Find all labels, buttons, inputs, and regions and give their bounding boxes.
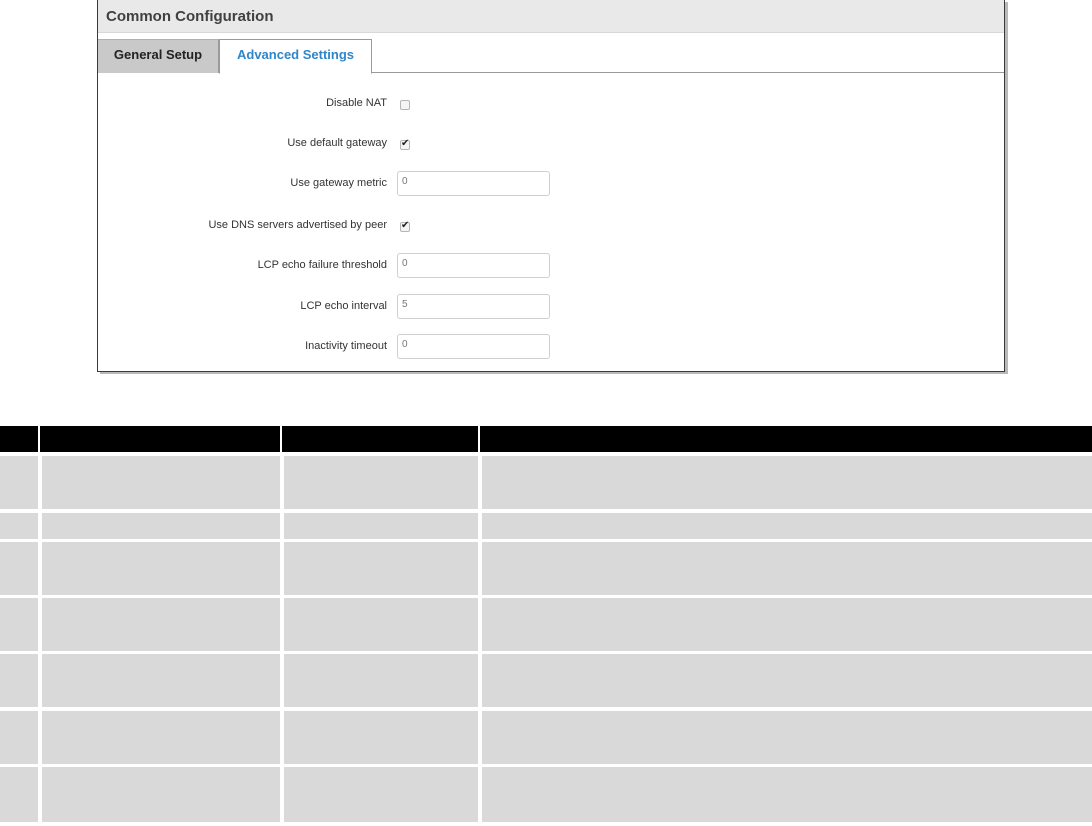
common-configuration-panel: Common Configuration General Setup Advan…	[97, 0, 1005, 372]
panel-title: Common Configuration	[98, 0, 1004, 33]
table-cell	[482, 767, 1092, 822]
table-cell	[482, 598, 1092, 651]
table-cell	[42, 513, 280, 539]
lcp-echo-interval-label: LCP echo interval	[300, 300, 387, 312]
table-cell	[284, 711, 478, 764]
table-cell	[482, 711, 1092, 764]
table-cell	[284, 598, 478, 651]
inactivity-timeout-input[interactable]: 0	[397, 334, 550, 359]
tab-general-setup[interactable]: General Setup	[98, 39, 219, 73]
table-cell	[0, 711, 38, 764]
use-default-gateway-checkbox[interactable]: ✔	[400, 138, 410, 150]
tab-advanced-settings[interactable]: Advanced Settings	[219, 39, 372, 74]
use-gateway-metric-row: Use gateway metric 0	[98, 171, 1004, 197]
table-cell	[0, 767, 38, 822]
table-cell	[42, 598, 280, 651]
table-cell	[0, 654, 38, 707]
table-cell	[284, 542, 478, 595]
table-cell	[0, 542, 38, 595]
tab-bar: General Setup Advanced Settings	[98, 33, 1004, 74]
table-cell	[0, 456, 38, 509]
gateway-metric-input[interactable]: 0	[397, 171, 550, 196]
parameters-table	[0, 426, 1092, 822]
lcp-echo-failure-threshold-label: LCP echo failure threshold	[257, 259, 387, 271]
table-row	[0, 711, 1092, 764]
use-dns-servers-checkbox[interactable]: ✔	[400, 220, 410, 232]
table-cell	[284, 767, 478, 822]
table-cell	[42, 456, 280, 509]
inactivity-timeout-row: Inactivity timeout 0	[98, 334, 1004, 360]
table-cell	[0, 513, 38, 539]
table-cell	[284, 513, 478, 539]
checkmark-icon: ✔	[401, 220, 410, 231]
table-cell	[42, 711, 280, 764]
table-row	[0, 654, 1092, 707]
table-row	[0, 598, 1092, 651]
disable-nat-row: Disable NAT	[98, 92, 1004, 118]
table-header-cell	[0, 426, 40, 452]
table-cell	[42, 767, 280, 822]
checkmark-icon: ✔	[401, 138, 410, 149]
lcp-echo-failure-threshold-input[interactable]: 0	[397, 253, 550, 278]
disable-nat-label: Disable NAT	[326, 97, 387, 109]
table-row	[0, 542, 1092, 595]
table-cell	[284, 654, 478, 707]
use-dns-servers-row: Use DNS servers advertised by peer ✔	[98, 214, 1004, 240]
table-row	[0, 767, 1092, 822]
lcp-echo-failure-threshold-row: LCP echo failure threshold 0	[98, 253, 1004, 279]
disable-nat-checkbox[interactable]	[400, 100, 410, 110]
table-cell	[284, 456, 478, 509]
table-cell	[42, 654, 280, 707]
lcp-echo-interval-row: LCP echo interval 5	[98, 294, 1004, 320]
table-cell	[482, 513, 1092, 539]
use-default-gateway-row: Use default gateway ✔	[98, 132, 1004, 158]
use-dns-servers-label: Use DNS servers advertised by peer	[208, 219, 387, 231]
table-cell	[482, 542, 1092, 595]
table-cell	[0, 598, 38, 651]
table-row	[0, 513, 1092, 539]
table-header-cell	[480, 426, 1092, 452]
use-default-gateway-label: Use default gateway	[287, 137, 387, 149]
table-cell	[42, 542, 280, 595]
use-gateway-metric-label: Use gateway metric	[290, 177, 387, 189]
table-cell	[482, 456, 1092, 509]
table-cell	[482, 654, 1092, 707]
table-header-cell	[40, 426, 282, 452]
table-row	[0, 456, 1092, 509]
lcp-echo-interval-input[interactable]: 5	[397, 294, 550, 319]
table-header	[0, 426, 1092, 452]
table-header-cell	[282, 426, 480, 452]
inactivity-timeout-label: Inactivity timeout	[305, 340, 387, 352]
